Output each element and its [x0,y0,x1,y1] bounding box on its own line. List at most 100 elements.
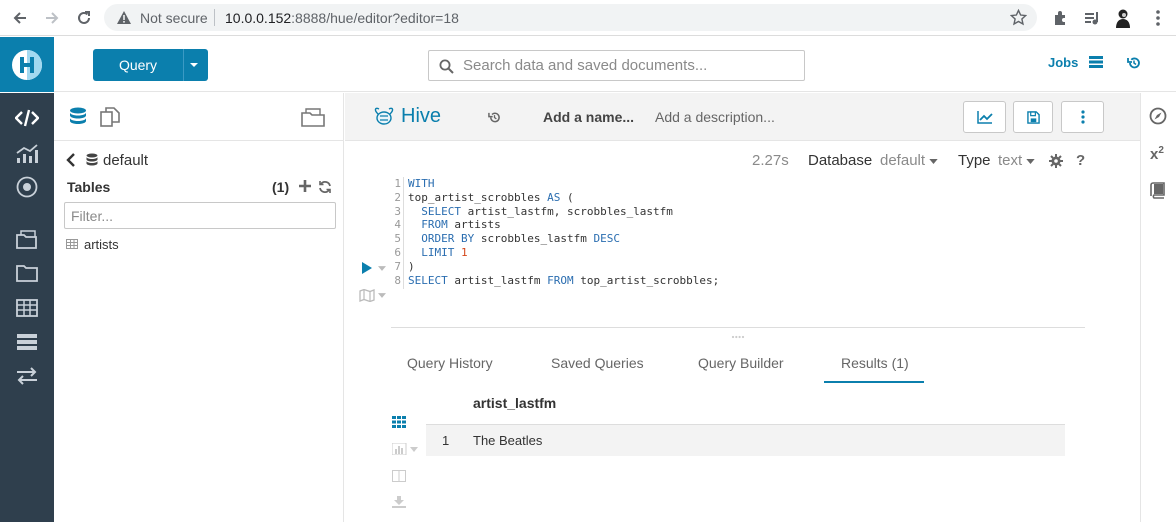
dashboard-chart-icon[interactable] [14,141,40,167]
compass-icon[interactable] [1149,107,1167,125]
refresh-icon[interactable] [318,180,332,194]
result-tabs: Query History Saved Queries Query Builde… [391,345,1085,383]
save-button[interactable] [1013,101,1053,133]
tab-saved-queries[interactable]: Saved Queries [551,355,644,371]
type-select-value: text [998,152,1023,169]
more-options-button[interactable] [1061,101,1104,133]
result-cell[interactable]: The Beatles [473,433,542,448]
database-select[interactable]: default [880,152,938,169]
bar-chart-icon[interactable] [392,443,420,455]
browser-menu-icon[interactable] [1146,6,1170,30]
query-description-field[interactable]: Add a description... [655,109,775,125]
query-button[interactable]: Query [93,49,208,81]
filter-input[interactable] [64,202,336,229]
sql-code-editor[interactable]: 1 2 3 4 5 6 7 8 WITH top_artist_scrobble… [392,177,1085,295]
chevron-down-icon[interactable] [189,62,199,68]
query-button-divider [183,49,184,81]
tab-query-builder[interactable]: Query Builder [698,355,784,371]
editor-code-icon[interactable] [14,105,40,131]
url-separator [214,9,215,26]
right-assist-panel: x2 [1140,93,1176,522]
explain-map-icon[interactable] [359,289,375,302]
grid-view-icon[interactable] [392,416,406,428]
execution-time: 2.27s [752,152,789,169]
database-label: Database [808,152,873,169]
media-icon[interactable] [1080,6,1104,30]
back-icon[interactable] [8,6,32,30]
line-chart-icon [976,111,993,124]
download-icon[interactable] [392,496,406,508]
snippet-settings: 2.27s Database default Type text ? [345,150,1140,172]
functions-sup: 2 [1158,145,1164,156]
documents-icon[interactable] [14,226,40,252]
line-number: 4 [394,218,401,232]
resize-handle-icon[interactable] [731,335,745,339]
code-text[interactable]: WITH top_artist_scrobbles AS ( SELECT ar… [408,177,719,287]
database-small-icon [86,153,98,167]
tab-results[interactable]: Results (1) [841,355,909,371]
url-text: 10.0.0.152:8888/hue/editor?editor=18 [225,10,459,26]
reload-icon[interactable] [72,6,96,30]
history-icon[interactable] [1127,56,1141,70]
profile-avatar[interactable] [1111,6,1135,30]
database-name[interactable]: default [103,152,148,169]
tables-count: (1) [272,179,290,195]
editor-divider [391,327,1085,328]
left-navigation [0,93,54,522]
table-row[interactable]: 1 The Beatles [426,424,1065,456]
line-number: 5 [394,232,401,246]
chart-button[interactable] [963,101,1006,133]
query-name-field[interactable]: Add a name... [543,109,634,125]
bookmark-star-icon[interactable] [1010,9,1027,26]
line-number: 1 [394,177,401,190]
importer-arrows-icon[interactable] [14,363,40,389]
scheduler-circle-icon[interactable] [14,174,40,200]
extensions-icon[interactable] [1048,6,1072,30]
jobs-browser-icon[interactable] [14,329,40,355]
type-select[interactable]: text [998,152,1035,169]
tables-heading: Tables [67,179,111,195]
columns-icon[interactable] [392,470,406,482]
url-host: 10.0.0.152 [225,10,292,26]
folder-icon[interactable] [14,260,40,286]
plus-icon[interactable] [299,180,311,192]
global-search[interactable] [428,50,805,81]
chevron-down-icon [929,158,938,164]
assist-panel: default Tables (1) artists [54,93,344,522]
history-icon[interactable] [488,111,501,124]
jobs-link[interactable]: Jobs [1048,55,1078,70]
chevron-down-icon[interactable] [378,266,386,271]
table-list-item[interactable]: artists [66,236,119,252]
help-icon[interactable]: ? [1076,152,1085,169]
address-bar[interactable]: Not secure 10.0.0.152:8888/hue/editor?ed… [104,4,1037,31]
hue-logo[interactable] [0,37,54,92]
forward-icon[interactable] [40,6,64,30]
line-number-gutter: 1 2 3 4 5 6 7 8 [392,177,404,289]
browser-toolbar: Not secure 10.0.0.152:8888/hue/editor?ed… [0,0,1176,36]
chevron-down-icon[interactable] [378,293,386,298]
run-query-icon[interactable] [361,262,373,274]
database-icon[interactable] [69,107,87,127]
functions-icon[interactable]: x2 [1150,145,1164,163]
table-name: artists [84,236,119,252]
active-tab-indicator [824,381,924,383]
chevron-left-icon[interactable] [66,153,76,167]
jobs-list-icon[interactable] [1089,56,1103,68]
hive-bee-icon [372,106,396,128]
open-folder-icon[interactable] [301,106,325,127]
editor-header: Hive Add a name... Add a description... [345,93,1140,141]
book-icon[interactable] [1149,181,1167,199]
line-number: 2 [394,190,401,204]
vertical-dots-icon [1080,110,1085,124]
save-icon [1026,110,1040,124]
gear-icon[interactable] [1049,154,1063,168]
warning-icon[interactable] [116,10,132,25]
table-browser-icon[interactable] [14,295,40,321]
security-label: Not secure [140,10,208,26]
copy-documents-icon[interactable] [100,107,120,127]
line-number: 3 [394,204,401,218]
tab-query-history[interactable]: Query History [407,355,493,371]
result-column-header[interactable]: artist_lastfm [473,395,556,411]
table-icon [66,239,78,249]
search-input[interactable] [463,51,798,80]
